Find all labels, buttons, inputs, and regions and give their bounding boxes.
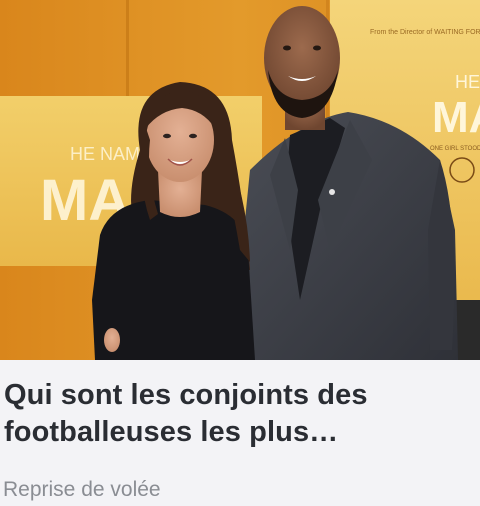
svg-text:HE NA: HE NA: [455, 72, 480, 92]
article-title[interactable]: Qui sont les conjoints des footballeuses…: [4, 377, 474, 451]
svg-text:MA: MA: [432, 93, 480, 142]
article-source: Reprise de volée: [3, 478, 161, 501]
svg-text:HE NAM: HE NAM: [70, 144, 140, 164]
article-image[interactable]: HE NAM MAI From the Director of WAITING …: [0, 0, 480, 360]
svg-text:ONE GIRL STOOD UP: ONE GIRL STOOD UP: [430, 146, 480, 152]
article-card[interactable]: HE NAM MAI From the Director of WAITING …: [0, 0, 480, 506]
svg-text:From the Director of WAITING F: From the Director of WAITING FOR SUPERMA…: [370, 29, 480, 36]
